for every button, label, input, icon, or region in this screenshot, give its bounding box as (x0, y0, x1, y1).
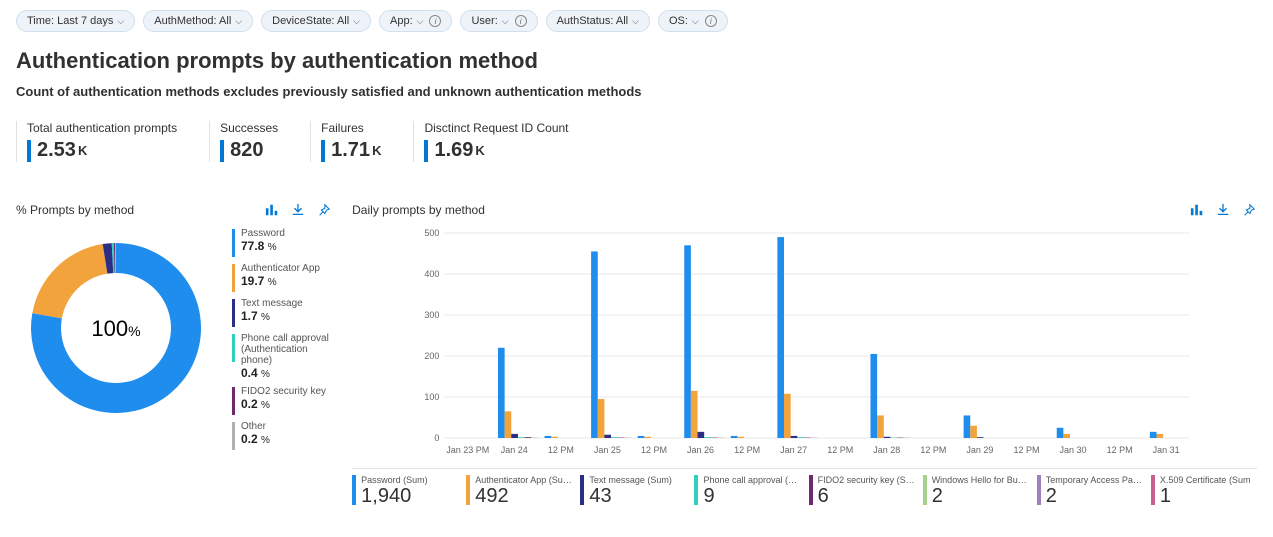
chevron-down-icon: ⌵ (417, 16, 424, 27)
filter-pill[interactable]: AuthStatus: All⌵ (546, 10, 650, 32)
filter-pill[interactable]: AuthMethod: All⌵ (143, 10, 253, 32)
legend-item: Authenticator App19.7 % (232, 263, 332, 292)
bar-title: Daily prompts by method (352, 203, 485, 217)
donut-chart: 100% (16, 228, 216, 428)
kpi-row: Total authentication prompts2.53K Success… (16, 121, 1257, 162)
svg-text:100: 100 (425, 392, 440, 402)
svg-text:Jan 31: Jan 31 (1153, 445, 1180, 455)
donut-title: % Prompts by method (16, 203, 134, 217)
donut-panel: % Prompts by method 100% Password77.8 % A… (16, 202, 332, 508)
legend-item: Text message1.7 % (232, 298, 332, 327)
pin-icon[interactable] (1241, 202, 1257, 218)
filter-bar: Time: Last 7 days⌵ AuthMethod: All⌵ Device… (16, 10, 1257, 32)
legend-item: FIDO2 security key0.2 % (232, 386, 332, 415)
legend-item: Other0.2 % (232, 421, 332, 450)
svg-text:0: 0 (435, 433, 440, 443)
chevron-down-icon: ⌵ (632, 16, 639, 27)
chevron-down-icon: ⌵ (235, 16, 242, 27)
method-totals: Password (Sum)1,940Authenticator App (Su… (352, 468, 1257, 508)
filter-pill[interactable]: DeviceState: All⌵ (261, 10, 371, 32)
svg-text:Jan 24: Jan 24 (501, 445, 528, 455)
download-icon[interactable] (290, 202, 306, 218)
svg-text:Jan 29: Jan 29 (967, 445, 994, 455)
svg-text:400: 400 (425, 269, 440, 279)
page-title: Authentication prompts by authentication… (16, 48, 1257, 74)
filter-pill[interactable]: User: ⌵i (460, 10, 537, 32)
svg-text:12 PM: 12 PM (734, 445, 760, 455)
svg-text:100%: 100% (91, 316, 140, 341)
info-icon: i (429, 15, 441, 27)
svg-text:12 PM: 12 PM (641, 445, 667, 455)
svg-text:12 PM: 12 PM (920, 445, 946, 455)
info-icon: i (515, 15, 527, 27)
filter-pill[interactable]: OS: ⌵i (658, 10, 728, 32)
svg-text:Jan 26: Jan 26 (687, 445, 714, 455)
chevron-down-icon: ⌵ (692, 16, 699, 27)
bar-panel: Daily prompts by method 0 100 200 300 400 500… (352, 202, 1257, 508)
svg-text:12 PM: 12 PM (1107, 445, 1133, 455)
svg-text:300: 300 (425, 310, 440, 320)
donut-legend: Password77.8 % Authenticator App19.7 % Tex… (232, 228, 332, 450)
view-logs-icon[interactable] (1189, 202, 1205, 218)
method-total-item: Windows Hello for Busine...2 (923, 475, 1029, 508)
svg-text:Jan 25: Jan 25 (594, 445, 621, 455)
legend-item: Phone call approval (Authentication phon… (232, 333, 332, 380)
filter-pill[interactable]: App: ⌵i (379, 10, 452, 32)
kpi-card: Disctinct Request ID Count1.69K (413, 121, 568, 162)
svg-text:Jan 27: Jan 27 (780, 445, 807, 455)
method-total-item: Phone call approval (Auth...9 (694, 475, 800, 508)
page-subtitle: Count of authentication methods excludes… (16, 84, 1257, 99)
kpi-card: Failures1.71K (310, 121, 381, 162)
svg-text:12 PM: 12 PM (548, 445, 574, 455)
legend-item: Password77.8 % (232, 228, 332, 257)
pin-icon[interactable] (316, 202, 332, 218)
svg-text:Jan 28: Jan 28 (873, 445, 900, 455)
method-total-item: Text message (Sum)43 (580, 475, 686, 508)
bar-chart: 0 100 200 300 400 500 Jan 23 PM Jan 24 12 PM Jan … (352, 228, 1257, 458)
kpi-card: Successes820 (209, 121, 278, 162)
method-total-item: X.509 Certificate (Sum1 (1151, 475, 1257, 508)
method-total-item: FIDO2 security key (Sum)6 (809, 475, 915, 508)
chevron-down-icon: ⌵ (353, 16, 360, 27)
info-icon: i (705, 15, 717, 27)
method-total-item: Authenticator App (Sum)492 (466, 475, 572, 508)
svg-text:Jan 30: Jan 30 (1060, 445, 1087, 455)
method-total-item: Password (Sum)1,940 (352, 475, 458, 508)
svg-text:12 PM: 12 PM (1014, 445, 1040, 455)
svg-text:12 PM: 12 PM (827, 445, 853, 455)
method-total-item: Temporary Access Pass (S...2 (1037, 475, 1143, 508)
svg-text:200: 200 (425, 351, 440, 361)
filter-pill[interactable]: Time: Last 7 days⌵ (16, 10, 135, 32)
chevron-down-icon: ⌵ (117, 16, 124, 27)
chevron-down-icon: ⌵ (502, 16, 509, 27)
view-logs-icon[interactable] (264, 202, 280, 218)
svg-text:500: 500 (425, 228, 440, 238)
kpi-card: Total authentication prompts2.53K (16, 121, 177, 162)
download-icon[interactable] (1215, 202, 1231, 218)
svg-text:Jan 23 PM: Jan 23 PM (446, 445, 489, 455)
